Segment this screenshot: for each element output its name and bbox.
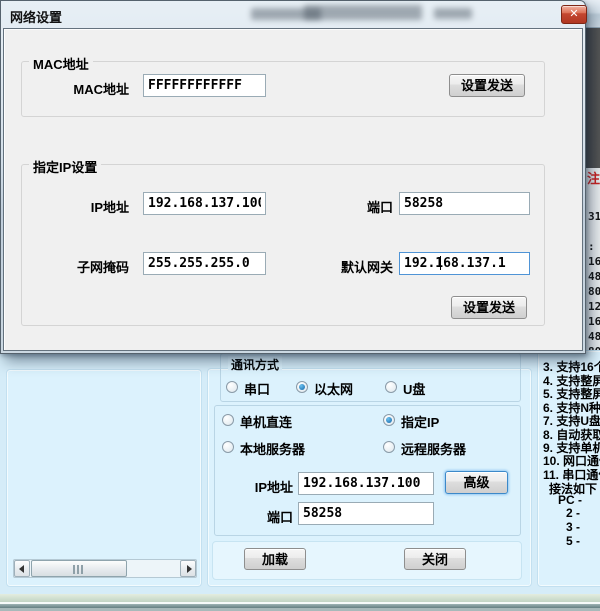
- gateway-label: 默认网关: [311, 257, 393, 276]
- info-line: 2 -: [566, 506, 580, 520]
- port-input[interactable]: [399, 192, 530, 215]
- radio-remote-server-label[interactable]: 远程服务器: [401, 439, 466, 458]
- info-line: 5 -: [566, 534, 580, 548]
- scroll-right-icon: [187, 565, 192, 573]
- info-line: PC -: [558, 493, 582, 507]
- close-icon[interactable]: ✕: [561, 5, 587, 24]
- scroll-left-button[interactable]: [14, 560, 30, 577]
- radio-ethernet[interactable]: [296, 381, 308, 393]
- info-line: 3 -: [566, 520, 580, 534]
- mac-group-title: MAC地址: [29, 54, 93, 73]
- advanced-button[interactable]: 高级: [445, 471, 508, 494]
- radio-serial-label[interactable]: 串口: [244, 379, 270, 398]
- preview-panel: [6, 369, 202, 587]
- scrollbar-thumb[interactable]: [31, 560, 127, 577]
- edge-fragment: 16: [588, 315, 600, 328]
- radio-local-server[interactable]: [222, 441, 234, 453]
- radio-specify-ip[interactable]: [383, 414, 395, 426]
- radio-direct[interactable]: [222, 414, 234, 426]
- subnet-mask-input[interactable]: [143, 252, 266, 275]
- port-label: 端口: [311, 197, 393, 216]
- dialog-titlebar[interactable]: 网络设置 ✕: [1, 1, 585, 28]
- edge-fragment: :: [588, 240, 595, 253]
- ip-group-title: 指定IP设置: [29, 157, 101, 176]
- status-bar: [0, 594, 600, 602]
- radio-remote-server[interactable]: [383, 441, 395, 453]
- main-ip-input[interactable]: [298, 472, 434, 495]
- preview-screen-strip: [586, 28, 600, 168]
- dialog-title: 网络设置: [10, 7, 62, 26]
- right-edge-text-strip: 注 31 : 16 48 80 12 16 48 80 12: [586, 168, 600, 362]
- radio-usb[interactable]: [385, 381, 397, 393]
- load-button[interactable]: 加载: [244, 548, 306, 570]
- thumb-grip-icon: [73, 565, 85, 574]
- radio-serial[interactable]: [226, 381, 238, 393]
- ip-send-button[interactable]: 设置发送: [451, 296, 527, 319]
- ip-label: IP地址: [41, 197, 129, 216]
- glass-smudge: [304, 5, 422, 20]
- scroll-left-icon: [19, 565, 24, 573]
- main-ip-label: IP地址: [216, 477, 293, 496]
- edge-fragment: 16: [588, 255, 600, 268]
- radio-specify-ip-label[interactable]: 指定IP: [401, 412, 439, 431]
- ip-input[interactable]: [143, 192, 266, 215]
- red-text-fragment: 注: [587, 168, 600, 187]
- scroll-right-button[interactable]: [180, 560, 196, 577]
- subnet-mask-label: 子网掩码: [41, 257, 129, 276]
- radio-ethernet-label[interactable]: 以太网: [314, 379, 353, 398]
- edge-fragment: 31: [588, 210, 600, 223]
- edge-fragment: 48: [588, 270, 600, 283]
- comm-mode-group-title: 通讯方式: [228, 356, 282, 373]
- radio-usb-label[interactable]: U盘: [403, 379, 425, 398]
- close-window-button[interactable]: 关闭: [404, 548, 466, 570]
- gateway-input[interactable]: [399, 252, 530, 275]
- edge-fragment: 80: [588, 285, 600, 298]
- mac-input[interactable]: [143, 74, 266, 97]
- main-port-input[interactable]: [298, 502, 434, 525]
- horizontal-scrollbar[interactable]: [13, 559, 197, 578]
- main-port-label: 端口: [216, 507, 293, 526]
- edge-fragment: 12: [588, 300, 600, 313]
- mac-label: MAC地址: [41, 79, 129, 98]
- edge-fragment: 48: [588, 330, 600, 343]
- network-settings-dialog: 网络设置 ✕ MAC地址 MAC地址 设置发送 指定IP设置 IP地址 端口 子…: [0, 0, 586, 354]
- text-caret: [440, 256, 441, 270]
- radio-direct-label[interactable]: 单机直连: [240, 412, 292, 431]
- screen: 注 31 : 16 48 80 12 16 48 80 12 通讯方式 串口 以…: [0, 0, 600, 611]
- glass-smudge: [434, 8, 472, 19]
- mac-send-button[interactable]: 设置发送: [449, 74, 525, 97]
- radio-local-server-label[interactable]: 本地服务器: [240, 439, 305, 458]
